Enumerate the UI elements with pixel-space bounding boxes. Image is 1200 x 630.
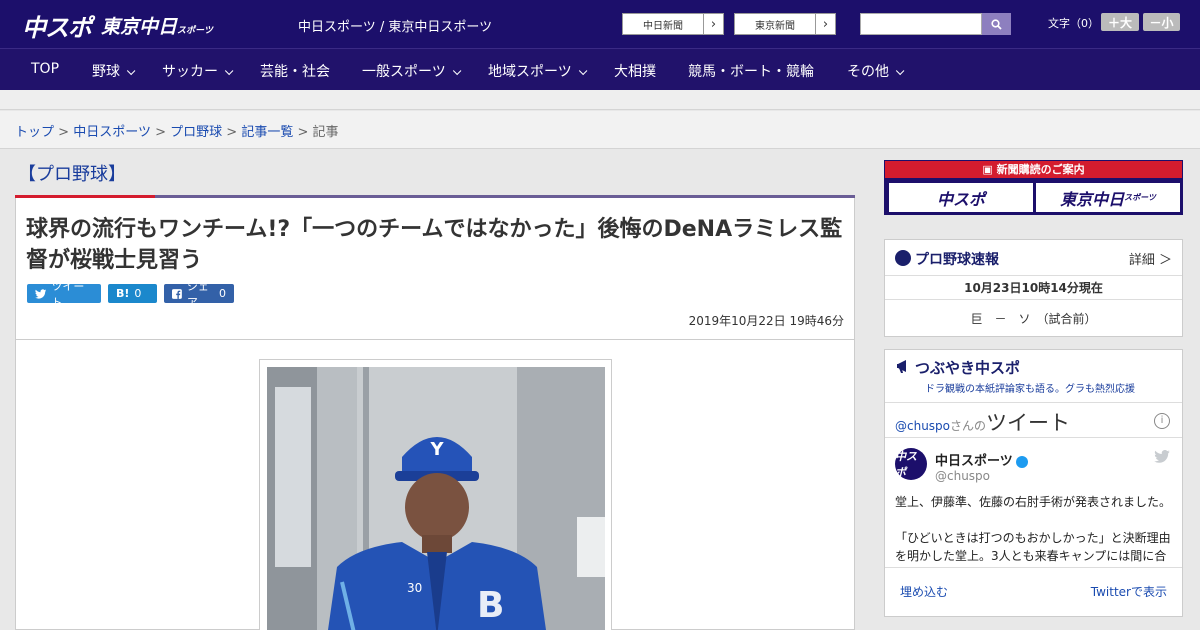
font-larger-button[interactable]: ＋大 — [1101, 13, 1139, 31]
breadcrumb-pro-baseball[interactable]: プロ野球 — [170, 125, 222, 140]
nav-item-racing[interactable]: 競馬・ボート・競輪 — [688, 61, 814, 81]
scores-timestamp: 10月23日10時14分現在 — [885, 276, 1182, 300]
avatar[interactable]: 中スポ — [895, 448, 927, 480]
nav-item-general-sports[interactable]: 一般スポーツ — [362, 61, 462, 81]
scores-detail-link[interactable]: 詳細 ＞ — [1129, 249, 1172, 268]
article-date: 2019年10月22日 19時46分 — [688, 314, 844, 328]
baseball-icon — [895, 250, 911, 266]
ad-strip — [0, 90, 1200, 110]
tweet-item[interactable]: 中スポ 中日スポーツ @chuspo 堂上、伊藤準、佐藤の右肘手術が発表されまし… — [885, 438, 1182, 568]
chevron-down-icon — [126, 66, 136, 76]
breadcrumb: トップ > 中日スポーツ > プロ野球 > 記事一覧 > 記事 — [15, 125, 339, 140]
font-size-label: 文字（0） — [1048, 17, 1099, 30]
breadcrumb-article-list[interactable]: 記事一覧 — [241, 125, 293, 140]
twitter-bird-icon — [35, 288, 47, 299]
twitter-timeline-header: @chuspoさんのツイート i — [885, 403, 1182, 438]
font-smaller-button[interactable]: －小 — [1143, 13, 1180, 31]
svg-text:B: B — [477, 585, 504, 626]
megaphone-icon — [897, 360, 906, 373]
chevron-down-icon — [895, 66, 905, 76]
nav-item-top[interactable]: TOP — [31, 61, 59, 77]
svg-text:Y: Y — [429, 439, 444, 460]
chevron-down-icon — [578, 66, 588, 76]
twitter-bird-icon[interactable] — [1154, 450, 1170, 463]
article-photo[interactable]: Y 30 B — [267, 367, 605, 630]
tweet-account-name[interactable]: 中日スポーツ — [935, 450, 1028, 469]
hatena-bookmark-button[interactable]: B! 0 — [108, 284, 157, 303]
facebook-count: 0 — [219, 287, 226, 300]
svg-text:30: 30 — [407, 581, 422, 595]
logo-tokyo-chunichi: 東京中日スポーツ — [101, 16, 213, 38]
chevron-down-icon — [452, 66, 462, 76]
tweet-username[interactable]: @chuspo — [935, 469, 990, 483]
site-logo[interactable]: 中スポ 東京中日スポーツ — [22, 8, 213, 43]
timeline-handle[interactable]: @chuspoさんのツイート — [895, 407, 1070, 437]
scores-title: プロ野球速報 — [915, 252, 999, 268]
breadcrumb-home[interactable]: トップ — [15, 125, 54, 140]
promo-title: ▣ 新聞購読のご案内 — [885, 161, 1182, 178]
article-body: 球界の流行もワンチーム!?「一つのチームではなかった」後悔のDeNAラミレス監督… — [15, 198, 855, 630]
facebook-share-button[interactable]: シェア 0 — [164, 280, 234, 309]
nav-item-soccer[interactable]: サッカー — [162, 61, 234, 81]
breadcrumb-current: 記事 — [312, 125, 339, 140]
chevron-down-icon — [224, 66, 234, 76]
nav-item-other[interactable]: その他 — [847, 61, 905, 81]
logo-chuspo: 中スポ — [22, 14, 92, 42]
tweet-text: 堂上、伊藤準、佐藤の右肘手術が発表されました。 「ひどいときは打つのもおかしかっ… — [895, 495, 1172, 563]
article-headline: 球界の流行もワンチーム!?「一つのチームではなかった」後悔のDeNAラミレス監督… — [26, 217, 843, 273]
breadcrumb-bar: トップ > 中日スポーツ > プロ野球 > 記事一覧 > 記事 — [0, 111, 1200, 149]
site-header: 中スポ 東京中日スポーツ 中日スポーツ / 東京中日スポーツ 中日新聞 › 東京… — [0, 0, 1200, 48]
article-category[interactable]: 【プロ野球】 — [18, 160, 126, 186]
search-input[interactable] — [860, 13, 982, 35]
manager-photo-illustration: Y 30 B — [267, 367, 605, 630]
article-photo-frame: Y 30 B — [259, 359, 612, 630]
chunichi-shimbun-label: 中日新聞 — [643, 20, 683, 32]
tokyo-shimbun-link[interactable]: 東京新聞 › — [734, 13, 836, 35]
score-game-row[interactable]: 巨 － ソ （試合前） — [885, 300, 1182, 338]
verified-badge-icon — [1015, 455, 1028, 468]
chevron-right-icon: › — [703, 14, 723, 34]
tweet-button[interactable]: ツイート — [27, 280, 101, 309]
search-icon — [991, 18, 1002, 30]
promo-tokyo-chunichi-button[interactable]: 東京中日 スポーツ — [1036, 183, 1180, 212]
twitter-panel-title: つぶやき中スポ — [915, 359, 1021, 377]
promo-chuspo-button[interactable]: 中スポ — [889, 183, 1033, 212]
site-links[interactable]: 中日スポーツ / 東京中日スポーツ — [298, 16, 492, 35]
info-icon[interactable]: i — [1154, 413, 1170, 429]
twitter-panel-subtitle: ドラ観戦の本紙評論家も語る。グラも熱烈応援 — [925, 384, 1135, 395]
view-on-twitter-link[interactable]: Twitterで表示 — [1091, 583, 1167, 600]
nav-item-sumo[interactable]: 大相撲 — [614, 61, 656, 81]
twitter-panel-footer: 埋め込む Twitterで表示 — [885, 568, 1182, 612]
nav-item-entertainment[interactable]: 芸能・社会 — [260, 61, 330, 81]
hatena-icon: B! — [116, 287, 130, 300]
article-divider — [16, 339, 854, 340]
scores-header: プロ野球速報 詳細 ＞ — [885, 240, 1182, 276]
nav-item-regional-sports[interactable]: 地域スポーツ — [488, 61, 588, 81]
chunichi-shimbun-link[interactable]: 中日新聞 › — [622, 13, 724, 35]
tokyo-shimbun-label: 東京新聞 — [755, 20, 795, 32]
breadcrumb-chunichi-sports[interactable]: 中日スポーツ — [73, 125, 151, 140]
twitter-panel-header: つぶやき中スポ ドラ観戦の本紙評論家も語る。グラも熱烈応援 — [885, 350, 1182, 403]
twitter-panel: つぶやき中スポ ドラ観戦の本紙評論家も語る。グラも熱烈応援 @chuspoさんの… — [884, 349, 1183, 617]
subscription-promo: ▣ 新聞購読のご案内 中スポ 東京中日 スポーツ — [884, 160, 1183, 215]
nav-item-baseball[interactable]: 野球 — [92, 61, 136, 81]
baseball-scores-panel: プロ野球速報 詳細 ＞ 10月23日10時14分現在 巨 － ソ （試合前） — [884, 239, 1183, 337]
hatena-count: 0 — [134, 287, 142, 300]
newspaper-icon: ▣ — [982, 163, 997, 176]
embed-link[interactable]: 埋め込む — [900, 583, 948, 600]
facebook-icon — [172, 288, 182, 299]
main-nav: TOP 野球 サッカー 芸能・社会 一般スポーツ 地域スポーツ 大相撲 競馬・ボ… — [0, 48, 1200, 90]
chevron-right-icon: › — [815, 14, 835, 34]
search-button[interactable] — [982, 13, 1011, 35]
